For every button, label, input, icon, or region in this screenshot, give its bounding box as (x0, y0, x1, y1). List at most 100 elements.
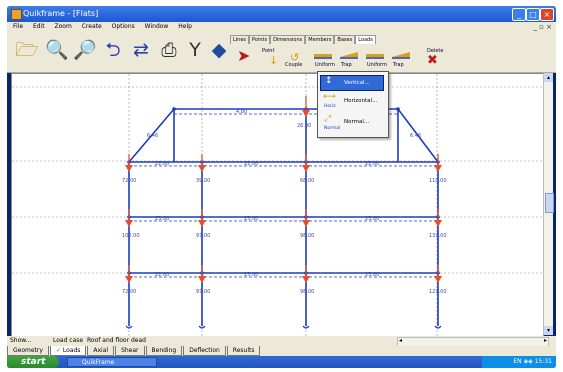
dim-label: 22.00 (365, 161, 379, 167)
vertical-scrollbar[interactable]: ▴ ▾ (543, 73, 554, 335)
wrench-icon[interactable]: Y (183, 38, 207, 62)
tab-loads-view[interactable]: ✓ Loads (49, 346, 87, 356)
tab-shear[interactable]: Shear (115, 346, 145, 356)
tab-axial[interactable]: Axial (87, 346, 115, 356)
delete-x-icon: ✖ (427, 53, 438, 68)
normal-option[interactable]: Normal... (344, 119, 369, 125)
book-icon[interactable]: ◆ (207, 38, 231, 62)
tab-loads[interactable]: Loads (355, 35, 376, 44)
normal-small-label: Normal (324, 126, 341, 131)
tab-members[interactable]: Members (305, 35, 335, 44)
uniform-tool-2[interactable]: Uniform (367, 62, 387, 68)
vertical-arrow-icon: ↕ (325, 76, 333, 86)
print-icon[interactable]: ⎙ (157, 38, 181, 62)
start-button[interactable]: start (7, 356, 59, 368)
point-load-icon: ↓ (269, 54, 279, 67)
menu-edit[interactable]: Edit (33, 23, 45, 30)
horiz-small-label: Horiz (324, 104, 336, 109)
load-label: 97.00 (196, 233, 210, 239)
horizontal-option[interactable]: Horizontal... (344, 98, 377, 104)
undo-icon[interactable]: ⮌ (101, 38, 125, 62)
dim-label: 22.00 (155, 272, 169, 278)
check-icon: ✓ (55, 347, 63, 354)
load-label: 98.00 (300, 289, 314, 295)
zoom-out-icon[interactable]: 🔎 (73, 38, 97, 62)
toolbar: 🗁 🔍 🔎 ⮌ ⇄ ⎙ Y ◆ Lines Points Dimensions Mem… (7, 32, 556, 73)
system-tray: EN ◈◈ 15:31 (482, 356, 556, 368)
uniform-tool-1[interactable]: Uniform (315, 62, 335, 68)
trap-tool-1[interactable]: Trap (341, 62, 352, 68)
load-label: 72.00 (122, 289, 136, 295)
task-label: QuikFrame (82, 359, 115, 366)
normal-arrow-icon: ⤢ (324, 114, 332, 124)
frame-drawing[interactable]: 4.80 6.46 6.46 22.00 22.00 22.00 23.00 2… (12, 74, 543, 336)
load-label: 39.00 (196, 178, 210, 184)
frame-canvas[interactable]: 4.80 6.46 6.46 22.00 22.00 22.00 23.00 2… (11, 73, 544, 337)
tab-lines[interactable]: Lines (230, 35, 250, 44)
load-case-value[interactable]: Roof and floor dead (87, 336, 146, 346)
zoom-in-icon[interactable]: 🔍 (45, 38, 69, 62)
tab-results[interactable]: Results (226, 346, 261, 356)
load-label: 98.00 (300, 233, 314, 239)
menu-window[interactable]: Window (145, 23, 169, 30)
load-arrows (125, 96, 442, 283)
trap-tool-2[interactable]: Trap (393, 62, 404, 68)
tab-bases[interactable]: Bases (334, 35, 356, 44)
scroll-right-icon[interactable]: ▸ (544, 336, 547, 346)
open-folder-icon[interactable]: 🗁 (15, 38, 39, 62)
redo-icon[interactable]: ⇄ (129, 38, 153, 62)
scroll-left-icon[interactable]: ◂ (399, 336, 402, 346)
start-label: start (21, 357, 46, 367)
close-button[interactable]: × (540, 8, 554, 21)
dim-label: 6.46 (147, 133, 158, 139)
horizontal-arrow-icon: ⟷ (323, 92, 336, 102)
menu-bar: File Edit Zoom Create Options Window Hel… (7, 22, 556, 32)
status-text: Show... (10, 337, 32, 344)
load-label: 68.00 (300, 178, 314, 184)
dim-label: 23.00 (244, 216, 258, 222)
scroll-thumb[interactable] (545, 193, 554, 213)
load-label: 72.00 (122, 178, 136, 184)
dim-label: 4.80 (236, 109, 247, 115)
select-arrow-icon[interactable]: ➤ (237, 46, 250, 65)
load-label: 102.00 (122, 233, 140, 239)
tray-icons: ◈◈ (523, 358, 535, 365)
dim-label: 23.00 (244, 272, 258, 278)
load-case-label: Load case (53, 337, 84, 344)
menu-zoom[interactable]: Zoom (55, 23, 72, 30)
load-direction-menu: ↕ Vertical... ⟷ Horiz Horizontal... ⤢ No… (317, 71, 389, 138)
load-label: 121.00 (429, 289, 447, 295)
title-bar[interactable]: Quikframe - [Flats] _ □ × (7, 6, 556, 22)
taskbar-item-quikframe[interactable]: QuikFrame (67, 357, 157, 367)
menu-file[interactable]: File (13, 23, 23, 30)
app-icon (11, 9, 22, 20)
vertical-option[interactable]: Vertical... (344, 80, 370, 86)
load-tabs: Lines Points Dimensions Members Bases Loads (230, 35, 376, 45)
load-label: 110.00 (429, 178, 447, 184)
tab-dimensions[interactable]: Dimensions (270, 35, 306, 44)
load-label: 97.00 (196, 289, 210, 295)
scroll-down-icon[interactable]: ▾ (544, 326, 553, 335)
minimize-button[interactable]: _ (512, 8, 526, 21)
dim-label: 23.00 (365, 216, 379, 222)
status-bar: Show... Load case Roof and floor dead ◂ … (7, 336, 556, 347)
window-title: Quikframe - [Flats] (23, 9, 99, 18)
maximize-button[interactable]: □ (526, 8, 540, 21)
dim-label: 22.00 (244, 161, 258, 167)
app-window: Quikframe - [Flats] _ □ × File Edit Zoom… (7, 6, 556, 368)
mdi-child-controls[interactable]: _ ▫ × (533, 22, 552, 32)
tab-deflection[interactable]: Deflection (183, 346, 226, 356)
dim-label: 6.46 (410, 133, 421, 139)
load-label: 26.00 (297, 123, 311, 129)
couple-icon: ↺ (290, 51, 300, 64)
menu-create[interactable]: Create (82, 23, 102, 30)
dim-label: 22.00 (155, 161, 169, 167)
tab-geometry[interactable]: Geometry (7, 346, 49, 356)
tab-loads-label: Loads (62, 347, 81, 354)
scroll-up-icon[interactable]: ▴ (544, 73, 553, 82)
menu-options[interactable]: Options (112, 23, 135, 30)
tab-bending[interactable]: Bending (145, 346, 183, 356)
menu-help[interactable]: Help (178, 23, 192, 30)
language-indicator[interactable]: EN (513, 358, 521, 365)
tab-points[interactable]: Points (249, 35, 271, 44)
